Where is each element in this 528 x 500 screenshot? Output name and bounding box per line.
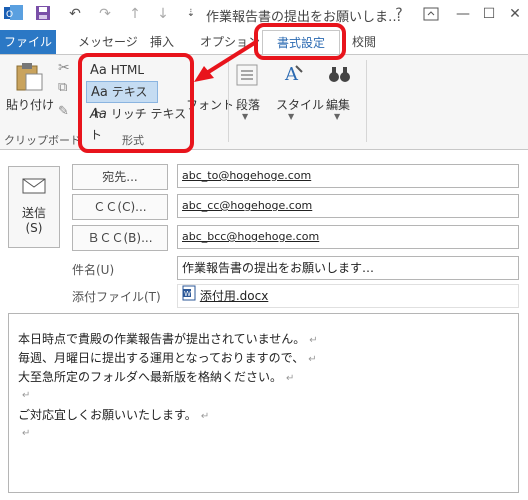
highlight-box-format-tab <box>254 23 346 60</box>
to-button[interactable]: 宛先... <box>72 164 168 190</box>
cc-field[interactable]: abc_cc@hogehoge.com <box>177 194 519 218</box>
style-button[interactable]: スタイル <box>276 96 324 113</box>
chevron-down-icon: ▼ <box>334 112 341 121</box>
body-line: 毎週、月曜日に提出する運用となっておりますので、 ↵ <box>18 351 317 365</box>
send-shortcut: (S) <box>25 221 43 235</box>
word-file-icon: W <box>182 285 196 308</box>
minimize-icon[interactable]: — <box>452 4 474 24</box>
body-line: ご対応宜しくお願いいたします。 ↵ <box>18 408 210 422</box>
cc-button[interactable]: ＣＣ(C)... <box>72 194 168 220</box>
edit-button[interactable]: 編集 <box>326 96 350 113</box>
help-button[interactable]: ? <box>388 4 410 24</box>
svg-text:W: W <box>184 290 191 298</box>
attachment-filename[interactable]: 添付用.docx <box>200 289 268 303</box>
paragraph-button[interactable]: 段落 <box>236 96 260 113</box>
tab-review[interactable]: 校閲 <box>352 33 376 50</box>
cc-recipient[interactable]: abc_cc@hogehoge.com <box>182 199 312 212</box>
subject-field[interactable]: 作業報告書の提出をお願いします… <box>177 256 519 280</box>
to-recipient[interactable]: abc_to@hogehoge.com <box>182 169 311 182</box>
body-line: 本日時点で貴殿の作業報告書が提出されていません。 ↵ <box>18 332 318 346</box>
attachment-field[interactable]: W 添付用.docx <box>177 284 519 308</box>
maximize-icon[interactable]: ☐ <box>478 4 500 24</box>
highlight-arrow <box>190 38 260 88</box>
tab-insert[interactable]: 挿入 <box>150 33 174 50</box>
ribbon-display-icon[interactable] <box>420 4 442 24</box>
body-line: ↵ <box>22 428 31 439</box>
outlook-icon: O <box>4 4 24 22</box>
up-arrow-icon[interactable]: ↑ <box>126 5 144 23</box>
chevron-down-icon: ▼ <box>288 112 295 121</box>
send-label: 送信 <box>21 206 46 220</box>
customize-icon[interactable]: ⇣ <box>182 5 200 23</box>
format-painter-icon[interactable]: ✎ <box>58 104 69 119</box>
bcc-recipient[interactable]: abc_bcc@hogehoge.com <box>182 230 319 243</box>
body-line: 大至急所定のフォルダへ最新版を格納ください。 ↵ <box>18 370 295 384</box>
copy-icon[interactable]: ⧉ <box>58 80 67 95</box>
paste-button[interactable]: 貼り付け <box>6 96 54 113</box>
ribbon-separator <box>366 60 367 142</box>
attachment-label: 添付ファイル(T) <box>72 290 161 304</box>
highlight-box-format-group <box>78 53 194 153</box>
cut-icon[interactable]: ✂ <box>58 60 70 76</box>
clipboard-group-label: クリップボード <box>4 134 81 147</box>
subject-value: 作業報告書の提出をお願いします… <box>182 261 375 275</box>
bcc-button[interactable]: ＢＣＣ(B)... <box>72 225 168 251</box>
to-field[interactable]: abc_to@hogehoge.com <box>177 164 519 188</box>
subject-label: 件名(U) <box>72 263 115 277</box>
send-button[interactable]: 送信 (S) <box>8 166 60 248</box>
bcc-field[interactable]: abc_bcc@hogehoge.com <box>177 225 519 249</box>
envelope-icon <box>9 177 59 198</box>
save-icon[interactable] <box>34 5 52 23</box>
close-icon[interactable]: ✕ <box>504 4 526 24</box>
undo-icon[interactable]: ↶ <box>66 5 84 23</box>
style-icon: A <box>282 62 306 86</box>
chevron-down-icon: ▼ <box>242 112 249 121</box>
binoculars-icon <box>328 64 352 84</box>
body-line: ↵ <box>22 390 31 401</box>
paste-icon <box>14 62 44 92</box>
redo-icon[interactable]: ↷ <box>96 5 114 23</box>
svg-text:O: O <box>6 10 13 20</box>
tab-message[interactable]: メッセージ <box>78 33 138 50</box>
tab-file[interactable]: ファイル <box>0 30 56 54</box>
down-arrow-icon[interactable]: ↓ <box>154 5 172 23</box>
